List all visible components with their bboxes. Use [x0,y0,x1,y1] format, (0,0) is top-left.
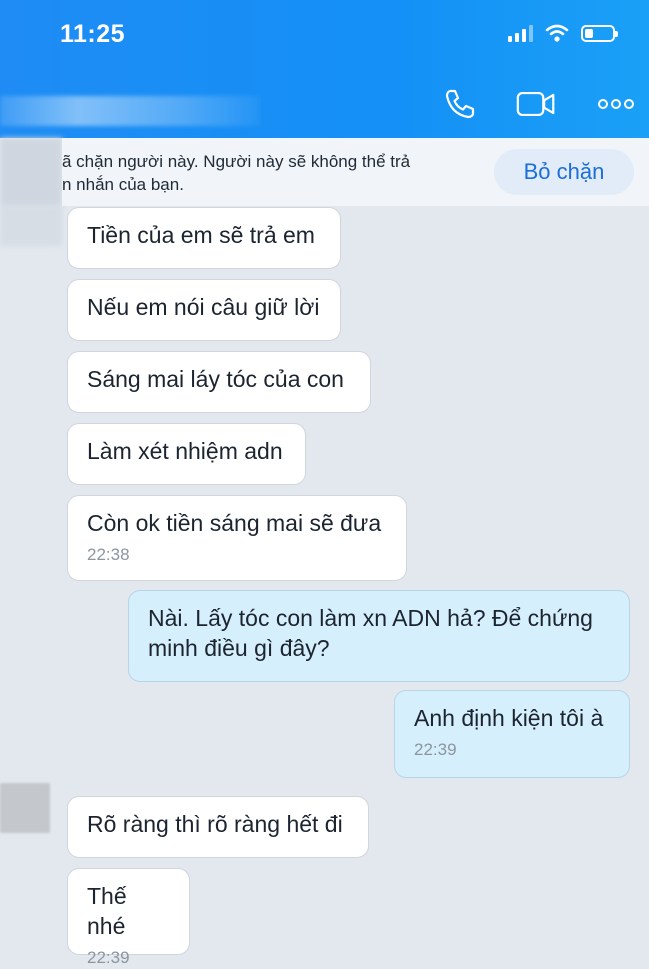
message-text: Còn ok tiền sáng mai sẽ đưa [87,510,382,536]
message-text: Rõ ràng thì rõ ràng hết đi [87,811,343,837]
message-text: Nếu em nói câu giữ lời [87,294,320,320]
message-bubble-incoming[interactable]: Làm xét nhiệm adn [67,423,306,485]
message-bubble-incoming[interactable]: Tiền của em sẽ trả em [67,207,341,269]
unblock-button[interactable]: Bỏ chặn [494,149,634,195]
message-timestamp: 22:39 [414,740,457,759]
message-text: Nài. Lấy tóc con làm xn ADN hả? Để chứng… [148,605,593,661]
contact-name-blurred[interactable] [0,96,260,126]
message-text: Sáng mai láy tóc của con [87,366,344,392]
message-bubble-outgoing[interactable]: Anh định kiện tôi à 22:39 [394,690,630,778]
more-options-icon[interactable] [596,84,636,124]
message-bubble-incoming[interactable]: Rõ ràng thì rõ ràng hết đi [67,796,369,858]
message-bubble-incoming[interactable]: Thế nhé 22:39 [67,868,190,967]
message-text: Anh định kiện tôi à [414,705,604,731]
status-icons [508,24,618,42]
blocked-banner: ã chặn người này. Người này sẽ không thể… [62,138,649,206]
battery-icon [581,24,618,42]
blocked-notice-text: ã chặn người này. Người này sẽ không thể… [62,152,411,194]
message-text: Làm xét nhiệm adn [87,438,283,464]
video-call-icon[interactable] [516,84,556,124]
message-bubble-outgoing[interactable]: Nài. Lấy tóc con làm xn ADN hả? Để chứng… [128,590,630,682]
message-timestamp: 22:38 [87,545,130,564]
avatar-blurred[interactable] [0,783,50,833]
blurred-region [0,138,62,206]
message-bubble-incoming[interactable]: Nếu em nói câu giữ lời [67,279,341,341]
blurred-region [0,206,62,246]
cellular-signal-icon [508,24,533,42]
message-bubble-incoming[interactable]: Sáng mai láy tóc của con [67,351,371,413]
wifi-icon [545,24,569,42]
call-icon[interactable] [440,84,480,124]
message-bubble-incoming[interactable]: Còn ok tiền sáng mai sẽ đưa 22:38 [67,495,407,581]
chat-header: 11:25 [0,0,649,138]
message-timestamp: 22:39 [87,948,130,967]
status-time: 11:25 [60,20,126,48]
message-text: Tiền của em sẽ trả em [87,222,315,248]
message-text: Thế nhé [87,883,127,939]
